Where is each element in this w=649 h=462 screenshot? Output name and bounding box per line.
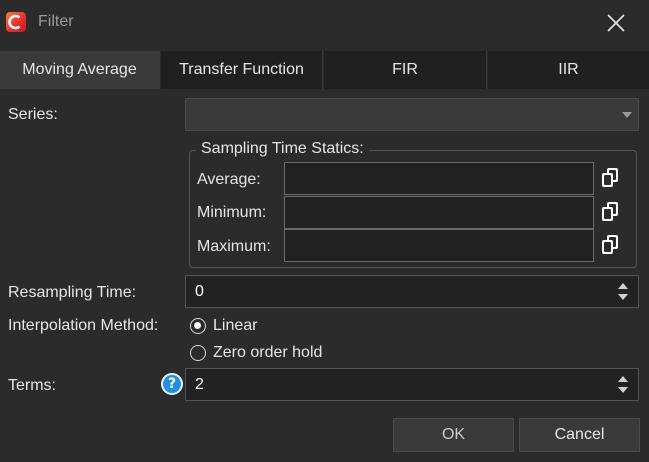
close-icon <box>607 14 625 32</box>
copy-minimum-button[interactable] <box>600 200 624 224</box>
series-label: Series: <box>8 106 58 123</box>
sampling-group-title: Sampling Time Statics: <box>196 140 369 158</box>
ok-button[interactable]: OK <box>393 418 514 452</box>
maximum-label: Maximum: <box>197 238 271 255</box>
tab-iir[interactable]: IIR <box>488 51 649 89</box>
average-label: Average: <box>197 171 261 188</box>
tab-transfer-function[interactable]: Transfer Function <box>161 51 323 89</box>
tab-fir[interactable]: FIR <box>324 51 487 89</box>
resampling-time-label: Resampling Time: <box>8 284 137 301</box>
question-icon[interactable]: ? <box>161 373 183 395</box>
copy-icon <box>602 235 618 254</box>
resampling-time-spinbox[interactable]: 0 <box>185 275 639 308</box>
copy-icon <box>602 168 618 187</box>
terms-value: 2 <box>195 376 204 393</box>
radio-zero-order-hold-label[interactable]: Zero order hold <box>213 344 322 362</box>
minimum-field[interactable] <box>284 196 594 229</box>
radio-linear[interactable] <box>190 318 206 334</box>
tab-moving-average[interactable]: Moving Average <box>0 51 160 89</box>
series-combobox[interactable] <box>185 98 639 131</box>
average-field[interactable] <box>284 162 594 195</box>
radio-zero-order-hold[interactable] <box>190 345 206 361</box>
close-button[interactable] <box>600 8 632 38</box>
spin-up-icon[interactable] <box>618 376 628 382</box>
radio-linear-label[interactable]: Linear <box>213 317 257 335</box>
spin-down-icon[interactable] <box>618 294 628 300</box>
app-logo-icon <box>6 12 26 32</box>
chevron-down-icon <box>622 112 632 118</box>
terms-label: Terms: <box>8 377 56 394</box>
window-title: Filter <box>38 13 74 30</box>
maximum-field[interactable] <box>284 229 594 262</box>
copy-average-button[interactable] <box>600 166 624 190</box>
interpolation-method-label: Interpolation Method: <box>8 317 159 334</box>
terms-spinbox[interactable]: 2 <box>185 368 639 401</box>
resampling-time-value: 0 <box>195 283 204 300</box>
minimum-label: Minimum: <box>197 204 267 221</box>
cancel-button[interactable]: Cancel <box>519 418 640 452</box>
spin-up-icon[interactable] <box>618 283 628 289</box>
spin-down-icon[interactable] <box>618 387 628 393</box>
tab-bar: Moving Average Transfer Function FIR IIR <box>0 51 649 89</box>
title-bar: Filter <box>0 0 649 46</box>
copy-icon <box>602 202 618 221</box>
copy-maximum-button[interactable] <box>600 233 624 257</box>
